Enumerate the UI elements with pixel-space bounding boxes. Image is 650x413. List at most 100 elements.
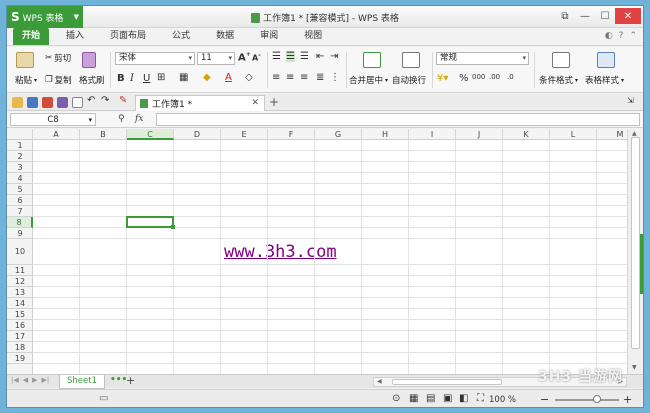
restore-window-icon[interactable]: ⧉ bbox=[555, 8, 575, 24]
align-top-icon[interactable]: ☰ bbox=[272, 51, 281, 62]
close-button[interactable]: ✕ bbox=[615, 8, 641, 24]
tab-data[interactable]: 数据 bbox=[207, 28, 243, 45]
row-header-2[interactable]: 2 bbox=[7, 151, 33, 162]
wrap-text-button[interactable]: 自动换行 bbox=[392, 74, 426, 86]
cell-style-icon[interactable]: ▦ bbox=[179, 72, 188, 83]
scroll-up-icon[interactable]: ▲ bbox=[632, 130, 637, 137]
export-pdf-icon[interactable] bbox=[42, 97, 53, 108]
bold-button[interactable]: B bbox=[117, 73, 125, 84]
vertical-scrollbar[interactable]: ▲ ▼ bbox=[627, 129, 643, 374]
align-middle-icon[interactable]: ☰ bbox=[286, 51, 295, 62]
row-header-11[interactable]: 11 bbox=[7, 265, 33, 276]
sheet-tab-sheet1[interactable]: Sheet1 bbox=[59, 375, 105, 389]
page-break-view-icon[interactable]: ▣ bbox=[443, 393, 452, 404]
customize-toolbar-icon[interactable]: ✎ bbox=[119, 95, 127, 106]
select-all-corner[interactable] bbox=[7, 129, 33, 140]
help-icon[interactable]: ? bbox=[619, 31, 624, 41]
tab-formulas[interactable]: 公式 bbox=[163, 28, 199, 45]
normal-view-icon[interactable]: ▦ bbox=[409, 393, 418, 404]
thousands-separator-icon[interactable]: 000 bbox=[472, 73, 485, 81]
skin-icon[interactable]: ◐ bbox=[605, 31, 613, 41]
number-format-select[interactable]: 常规 ▾ bbox=[436, 52, 529, 65]
minimize-button[interactable]: — bbox=[575, 8, 595, 24]
table-style-button[interactable]: 表格样式 ▾ bbox=[585, 74, 624, 86]
cut-button[interactable]: ✂ 剪切 bbox=[45, 52, 71, 64]
distribute-icon[interactable]: ⋮ bbox=[330, 72, 340, 83]
tab-insert[interactable]: 插入 bbox=[57, 28, 93, 45]
copy-button[interactable]: ❐ 复制 bbox=[45, 74, 72, 86]
print-preview-icon[interactable] bbox=[72, 97, 83, 108]
column-header-g[interactable]: G bbox=[315, 129, 362, 140]
paste-button[interactable]: 粘贴 ▾ bbox=[15, 74, 37, 86]
zoom-search-icon[interactable]: ⚲ bbox=[118, 114, 125, 124]
format-painter-button[interactable]: 格式刷 bbox=[79, 74, 105, 86]
more-sheets-button[interactable]: ••• bbox=[110, 375, 127, 385]
table-style-icon[interactable] bbox=[597, 52, 615, 68]
align-bottom-icon[interactable]: ☰ bbox=[300, 51, 309, 62]
indent-increase-icon[interactable]: ⇥ bbox=[330, 51, 338, 62]
row-header-3[interactable]: 3 bbox=[7, 162, 33, 173]
column-header-e[interactable]: E bbox=[221, 129, 268, 140]
align-left-icon[interactable]: ≡ bbox=[272, 72, 280, 83]
merge-center-button[interactable]: 合并居中 ▾ bbox=[349, 74, 388, 86]
active-cell-c8[interactable] bbox=[126, 216, 175, 229]
protect-icon[interactable]: ⊙ bbox=[392, 393, 400, 404]
row-header-17[interactable]: 17 bbox=[7, 331, 33, 342]
column-header-i[interactable]: I bbox=[409, 129, 456, 140]
font-size-select[interactable]: 11 ▾ bbox=[197, 52, 235, 65]
open-folder-icon[interactable] bbox=[12, 97, 23, 108]
row-header-18[interactable]: 18 bbox=[7, 342, 33, 353]
next-sheet-icon[interactable]: ▶ bbox=[32, 376, 37, 384]
full-screen-icon[interactable]: ⛶ bbox=[477, 393, 484, 404]
undo-icon[interactable]: ↶ bbox=[87, 95, 95, 106]
column-header-j[interactable]: J bbox=[456, 129, 503, 140]
row-header-9[interactable]: 9 bbox=[7, 228, 33, 239]
align-right-icon[interactable]: ≡ bbox=[300, 72, 308, 83]
increase-font-icon[interactable]: A+ bbox=[238, 51, 251, 63]
paste-icon[interactable] bbox=[16, 52, 34, 68]
row-header-8[interactable]: 8 bbox=[7, 217, 33, 228]
column-header-f[interactable]: F bbox=[268, 129, 315, 140]
italic-button[interactable]: I bbox=[130, 73, 134, 84]
reading-mode-icon[interactable]: ◧ bbox=[459, 393, 468, 404]
zoom-in-button[interactable]: + bbox=[623, 393, 632, 406]
font-color-icon[interactable]: A bbox=[225, 72, 232, 83]
column-header-c[interactable]: C bbox=[127, 129, 174, 140]
indent-decrease-icon[interactable]: ⇤ bbox=[316, 51, 324, 62]
document-tab[interactable]: 工作簿1 * ✕ bbox=[135, 95, 265, 111]
row-header-1[interactable]: 1 bbox=[7, 140, 33, 151]
align-center-icon[interactable]: ≡ bbox=[286, 72, 294, 83]
row-header-16[interactable]: 16 bbox=[7, 320, 33, 331]
row-header-13[interactable]: 13 bbox=[7, 287, 33, 298]
vertical-scroll-thumb[interactable] bbox=[631, 137, 640, 349]
close-tab-icon[interactable]: ✕ bbox=[251, 98, 259, 108]
name-box[interactable]: C8 ▾ bbox=[10, 113, 96, 126]
column-header-k[interactable]: K bbox=[503, 129, 550, 140]
maximize-button[interactable]: ☐ bbox=[595, 8, 615, 24]
column-header-b[interactable]: B bbox=[80, 129, 127, 140]
print-icon[interactable] bbox=[57, 97, 68, 108]
row-header-10[interactable]: 10 bbox=[7, 239, 33, 265]
row-header-7[interactable]: 7 bbox=[7, 206, 33, 217]
collapse-ribbon-icon[interactable]: ⌃ bbox=[629, 31, 637, 41]
column-header-h[interactable]: H bbox=[362, 129, 409, 140]
zoom-out-button[interactable]: − bbox=[540, 393, 549, 406]
row-header-19[interactable]: 19 bbox=[7, 353, 33, 364]
zoom-slider-knob[interactable] bbox=[593, 395, 601, 403]
decrease-decimal-icon[interactable]: .0 bbox=[507, 73, 514, 81]
last-sheet-icon[interactable]: ▶| bbox=[42, 376, 50, 384]
new-tab-button[interactable]: + bbox=[269, 95, 279, 109]
percent-button[interactable]: % bbox=[459, 73, 469, 84]
zoom-level[interactable]: 100 % bbox=[489, 395, 516, 405]
row-header-5[interactable]: 5 bbox=[7, 184, 33, 195]
conditional-format-icon[interactable] bbox=[552, 52, 570, 68]
scroll-left-icon[interactable]: ◀ bbox=[377, 378, 382, 385]
row-header-15[interactable]: 15 bbox=[7, 309, 33, 320]
page-layout-view-icon[interactable]: ▤ bbox=[426, 393, 435, 404]
tab-page-layout[interactable]: 页面布局 bbox=[101, 28, 155, 45]
spreadsheet-grid[interactable]: ABCDEFGHIJKLM 1 2 3 4 5 6 7 8 9 10 11 12 13 14 15 16 17 1… bbox=[7, 129, 627, 374]
column-header-a[interactable]: A bbox=[33, 129, 80, 140]
currency-icon[interactable]: ¥▾ bbox=[437, 73, 448, 84]
tab-view[interactable]: 视图 bbox=[295, 28, 331, 45]
row-header-14[interactable]: 14 bbox=[7, 298, 33, 309]
